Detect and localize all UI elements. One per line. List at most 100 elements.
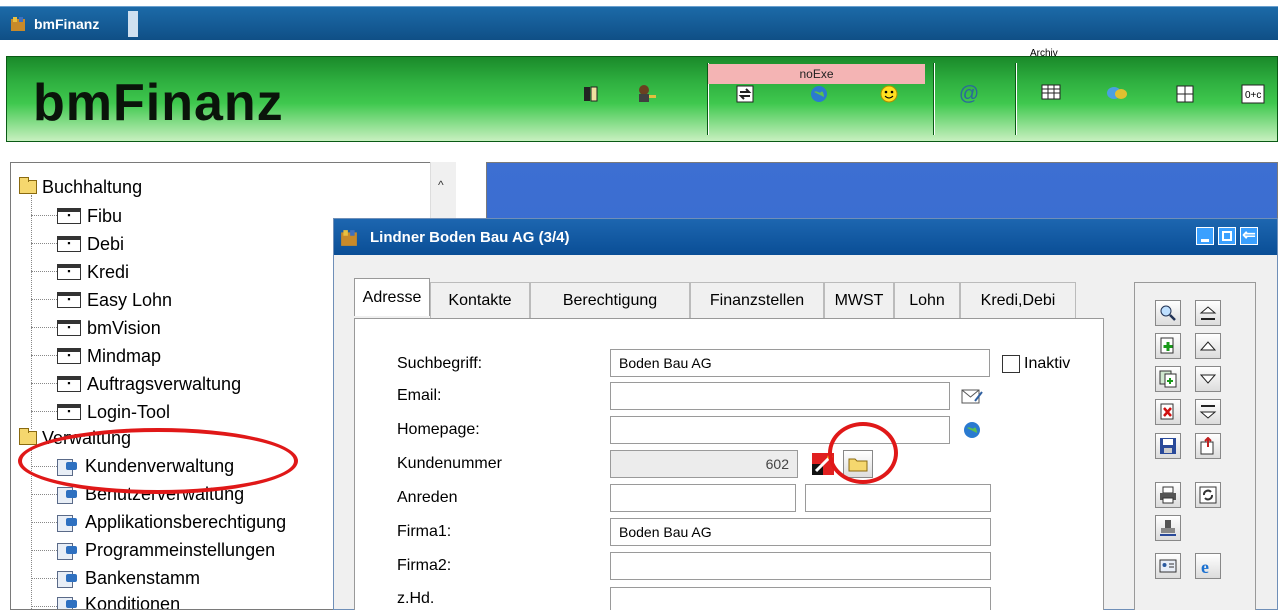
titlebar-edge bbox=[128, 11, 138, 37]
tab-adresse[interactable]: Adresse bbox=[354, 278, 430, 316]
tab-lohn[interactable]: Lohn bbox=[894, 282, 960, 318]
tree-item-label: Mindmap bbox=[87, 345, 162, 366]
firma1-label: Firma1: bbox=[397, 523, 452, 540]
tree-group-verwaltung[interactable]: Verwaltung bbox=[19, 427, 131, 449]
tree-item-label: Kundenverwaltung bbox=[85, 455, 235, 476]
tree-item-kredi[interactable]: ▪ Kredi bbox=[57, 261, 129, 283]
previous-record-icon[interactable] bbox=[1195, 333, 1221, 359]
tree-connector bbox=[31, 466, 57, 467]
tree-item-debi[interactable]: ▪ Debi bbox=[57, 233, 124, 255]
program-icon: ▪ bbox=[57, 236, 81, 252]
archiv-label: Archiv bbox=[1030, 48, 1058, 59]
refresh-icon[interactable] bbox=[1195, 482, 1221, 508]
add-record-icon[interactable] bbox=[1155, 333, 1181, 359]
tree-item-kundenverwaltung[interactable]: Kundenverwaltung bbox=[57, 455, 234, 477]
tree-item-applikationsberechtigung[interactable]: Applikationsberechtigung bbox=[57, 511, 286, 533]
back-arrow-button[interactable]: ⇐ bbox=[1240, 227, 1258, 245]
tab-mwst[interactable]: MWST bbox=[824, 282, 894, 318]
app-title: bmFinanz bbox=[34, 16, 100, 32]
maximize-button[interactable] bbox=[1218, 227, 1236, 245]
zhd-label: z.Hd. bbox=[397, 590, 435, 607]
tab-finanzstellen[interactable]: Finanzstellen bbox=[690, 282, 824, 318]
chat-icon[interactable] bbox=[1105, 82, 1129, 106]
tree-item-mindmap[interactable]: ▪ Mindmap bbox=[57, 345, 161, 367]
magic-wand-icon[interactable] bbox=[811, 452, 835, 476]
search-icon[interactable] bbox=[1155, 300, 1181, 326]
archive-grid-icon[interactable] bbox=[1039, 82, 1063, 106]
tree-item-fibu[interactable]: ▪ Fibu bbox=[57, 205, 122, 227]
program-icon: ▪ bbox=[57, 348, 81, 364]
anreden-input-1[interactable] bbox=[610, 484, 796, 512]
tab-kredi-debi[interactable]: Kredi,Debi bbox=[960, 282, 1076, 318]
tree-item-benutzerverwaltung[interactable]: Benutzerverwaltung bbox=[57, 483, 244, 505]
delete-record-icon[interactable] bbox=[1155, 399, 1181, 425]
kundennummer-label: Kundenummer bbox=[397, 455, 502, 472]
firma1-input[interactable]: Boden Bau AG bbox=[610, 518, 991, 546]
tree-connector bbox=[31, 299, 57, 300]
tree-connector bbox=[31, 327, 57, 328]
anreden-input-2[interactable] bbox=[805, 484, 991, 512]
module-icon bbox=[57, 457, 79, 476]
homepage-label: Homepage: bbox=[397, 421, 480, 438]
tree-item-label: Debi bbox=[87, 233, 125, 254]
tree-item-easy-lohn[interactable]: ▪ Easy Lohn bbox=[57, 289, 172, 311]
tree-item-bankenstamm[interactable]: Bankenstamm bbox=[57, 567, 200, 589]
app-titlebar: bmFinanz bbox=[0, 6, 1278, 40]
tree-connector bbox=[31, 606, 57, 607]
tree-connector bbox=[31, 411, 57, 412]
next-record-icon[interactable] bbox=[1195, 366, 1221, 392]
customer-dialog: Lindner Boden Bau AG (3/4) ⇐ Adresse Kon… bbox=[333, 218, 1278, 610]
tab-berechtigung[interactable]: Berechtigung bbox=[530, 282, 690, 318]
contact-card-icon[interactable] bbox=[1155, 553, 1181, 579]
dialog-titlebar: Lindner Boden Bau AG (3/4) ⇐ bbox=[334, 219, 1277, 255]
copy-record-icon[interactable] bbox=[1155, 366, 1181, 392]
tree-item-label: bmVision bbox=[87, 317, 161, 338]
calculator-icon[interactable]: 0+c bbox=[1241, 82, 1265, 106]
user-key-icon[interactable] bbox=[634, 82, 658, 106]
zhd-input[interactable] bbox=[610, 587, 991, 610]
open-folder-button[interactable] bbox=[843, 450, 873, 478]
homepage-input[interactable] bbox=[610, 416, 950, 444]
tree-group-buchhaltung[interactable]: Buchhaltung bbox=[19, 176, 142, 198]
internet-explorer-icon[interactable]: e bbox=[1195, 553, 1221, 579]
print-icon[interactable] bbox=[1155, 482, 1181, 508]
tree-connector bbox=[31, 271, 57, 272]
tree-group-label: Verwaltung bbox=[42, 427, 132, 448]
module-icon bbox=[57, 541, 79, 560]
tab-kontakte[interactable]: Kontakte bbox=[430, 282, 530, 318]
tree-item-auftragsverwaltung[interactable]: ▪ Auftragsverwaltung bbox=[57, 373, 241, 395]
firma2-input[interactable] bbox=[610, 552, 991, 580]
chevron-up-icon[interactable]: ^ bbox=[438, 178, 444, 192]
app-logo-icon bbox=[341, 230, 357, 246]
tree-item-label: Kredi bbox=[87, 261, 130, 282]
mail-compose-icon[interactable] bbox=[961, 385, 983, 407]
book-icon[interactable] bbox=[579, 82, 603, 106]
minimize-button[interactable] bbox=[1196, 227, 1214, 245]
inaktiv-checkbox[interactable] bbox=[1002, 355, 1020, 373]
globe-icon[interactable] bbox=[807, 82, 831, 106]
first-record-icon[interactable] bbox=[1195, 300, 1221, 326]
tree-item-label: Benutzerverwaltung bbox=[85, 483, 245, 504]
tree-item-bmvision[interactable]: ▪ bmVision bbox=[57, 317, 161, 339]
inaktiv-label: Inaktiv bbox=[1024, 355, 1071, 372]
grid-icon[interactable] bbox=[1173, 82, 1197, 106]
tree-item-login-tool[interactable]: ▪ Login-Tool bbox=[57, 401, 170, 423]
exchange-icon[interactable] bbox=[733, 82, 757, 106]
tree-item-label: Programmeinstellungen bbox=[85, 539, 276, 560]
globe-icon[interactable] bbox=[961, 419, 983, 441]
tree-item-konditionen[interactable]: Konditionen bbox=[57, 593, 180, 609]
toolbar-separator bbox=[1015, 63, 1017, 135]
smiley-icon[interactable] bbox=[877, 82, 901, 106]
export-icon[interactable] bbox=[1195, 433, 1221, 459]
kundennummer-input[interactable]: 602 bbox=[610, 450, 798, 478]
at-icon[interactable]: @ bbox=[957, 82, 981, 106]
tree-connector bbox=[31, 215, 57, 216]
tree-item-programmeinstellungen[interactable]: Programmeinstellungen bbox=[57, 539, 275, 561]
email-input[interactable] bbox=[610, 382, 950, 410]
last-record-icon[interactable] bbox=[1195, 399, 1221, 425]
tree-connector bbox=[31, 550, 57, 551]
suchbegriff-input[interactable]: Boden Bau AG bbox=[610, 349, 990, 377]
module-icon bbox=[57, 569, 79, 588]
save-icon[interactable] bbox=[1155, 433, 1181, 459]
stamp-icon[interactable] bbox=[1155, 515, 1181, 541]
